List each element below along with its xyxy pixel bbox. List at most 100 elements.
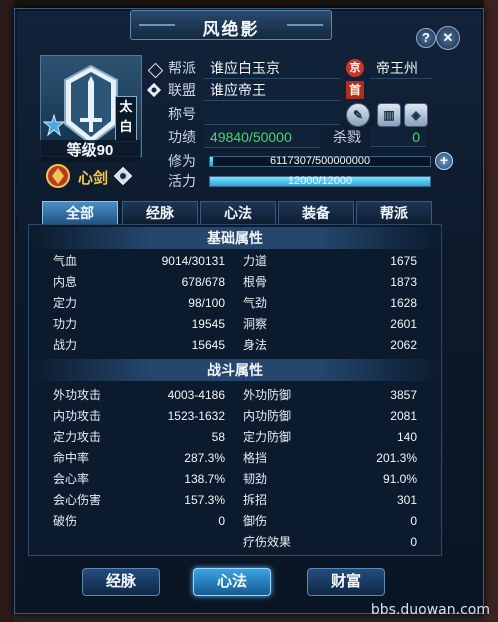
stat-row: 功力 19545 — [53, 314, 225, 334]
tab-all[interactable]: 全部 — [42, 201, 118, 225]
stat-row: 气血 9014/30131 — [53, 251, 225, 271]
stat-value: 19545 — [191, 317, 225, 331]
school-sect-icon — [46, 164, 70, 188]
stat-value: 201.3% — [376, 451, 417, 465]
barcode-icon[interactable]: ▥ — [377, 103, 401, 127]
school-row: 心剑 — [40, 163, 140, 189]
stat-row: 会心率 138.7% — [53, 469, 225, 489]
stat-value: 15645 — [191, 338, 225, 352]
edit-title-icon[interactable]: ✎ — [346, 103, 370, 127]
watermark-text: bbs.duowan.com — [370, 602, 490, 618]
stat-value: 0 — [410, 535, 417, 549]
stat-label: 破伤 — [53, 514, 78, 528]
stat-label: 外功攻击 — [53, 388, 102, 402]
alliance-emblem-icon — [146, 82, 162, 98]
stat-row: 格挡 201.3% — [243, 448, 417, 468]
tab-guild[interactable]: 帮派 — [356, 201, 432, 225]
stat-value: 140 — [396, 430, 417, 444]
stat-label: 格挡 — [243, 451, 268, 465]
stat-row: 洞察 2601 — [243, 314, 417, 334]
stat-value: 138.7% — [184, 472, 225, 486]
stat-value: 1675 — [390, 254, 417, 268]
stat-label: 内息 — [53, 275, 78, 289]
stat-row: 疗伤效果 0 — [243, 532, 417, 552]
stat-row: 内功攻击 1523-1632 — [53, 406, 225, 426]
merit-label: 功绩 — [168, 129, 196, 145]
kill-label: 杀戮 — [333, 129, 361, 145]
stat-row: 破伤 0 — [53, 511, 225, 531]
stat-label: 力道 — [243, 254, 268, 268]
cultivation-value: 6117307/500000000 — [269, 155, 371, 167]
stat-label: 韧劲 — [243, 472, 268, 486]
stat-row: 战力 15645 — [53, 335, 225, 355]
combat-section-title: 战斗属性 — [29, 359, 441, 381]
add-cultivation-button[interactable]: + — [435, 152, 453, 170]
stat-value: 98/100 — [188, 296, 225, 310]
stat-value: 4003-4186 — [167, 388, 225, 402]
stat-label: 拆招 — [243, 493, 268, 507]
stat-label: 会心伤害 — [53, 493, 102, 507]
stat-label: 内功攻击 — [53, 409, 102, 423]
close-button[interactable]: ✕ — [436, 26, 460, 50]
stat-label: 根骨 — [243, 275, 268, 289]
cultivation-bar: 6117307/500000000 — [209, 155, 431, 167]
stat-row: 定力 98/100 — [53, 293, 225, 313]
stat-value: 3857 — [390, 388, 417, 402]
stat-label: 身法 — [243, 338, 268, 352]
sword-emblem-icon — [64, 64, 118, 146]
stat-row: 御伤 0 — [243, 511, 417, 531]
title-bar[interactable]: 风绝影 — [130, 10, 332, 40]
stat-row: 身法 2062 — [243, 335, 417, 355]
emblem-settings-icon[interactable]: ◈ — [404, 103, 428, 127]
guild-value: 谁应白玉京 — [204, 58, 340, 79]
title-value — [204, 104, 340, 125]
stat-row: 会心伤害 157.3% — [53, 490, 225, 510]
stat-row: 定力攻击 58 — [53, 427, 225, 447]
stat-value: 58 — [211, 430, 225, 444]
stat-row: 外功攻击 4003-4186 — [53, 385, 225, 405]
stat-value: 1873 — [390, 275, 417, 289]
tab-equipment[interactable]: 装备 — [278, 201, 354, 225]
vigor-value: 12000/12000 — [287, 175, 353, 187]
leader-badge-icon: 首 — [346, 81, 364, 99]
stat-value: 2601 — [390, 317, 417, 331]
stat-label: 定力攻击 — [53, 430, 102, 444]
stat-label: 战力 — [53, 338, 78, 352]
stat-label: 内功防御 — [243, 409, 292, 423]
window-title: 风绝影 — [202, 20, 260, 39]
stat-label: 气血 — [53, 254, 78, 268]
stat-row: 外功防御 3857 — [243, 385, 417, 405]
attribute-tabs: 全部 经脉 心法 装备 帮派 — [40, 201, 440, 225]
school-switch-icon[interactable] — [114, 167, 132, 185]
tab-meridian[interactable]: 经脉 — [122, 201, 198, 225]
vigor-label: 活力 — [168, 173, 196, 189]
stat-value: 91.0% — [382, 472, 417, 486]
stat-row: 命中率 287.3% — [53, 448, 225, 468]
tab-mental-skill[interactable]: 心法 — [200, 201, 276, 225]
stat-value: 678/678 — [181, 275, 225, 289]
stat-value: 157.3% — [184, 493, 225, 507]
avatar-tag: 太白 — [115, 96, 137, 142]
kill-value: 0 — [370, 127, 426, 147]
merit-value: 49840/50000 — [204, 127, 320, 148]
stat-label: 会心率 — [53, 472, 90, 486]
stat-label: 外功防御 — [243, 388, 292, 402]
mental-skill-button[interactable]: 心法 — [193, 568, 271, 596]
stat-value: 287.3% — [184, 451, 225, 465]
stat-label: 疗伤效果 — [243, 535, 292, 549]
help-button[interactable]: ? — [416, 28, 436, 48]
stat-value: 9014/30131 — [161, 254, 225, 268]
wealth-button[interactable]: 财富 — [307, 568, 385, 596]
star-badge-icon — [43, 114, 65, 136]
stat-value: 2062 — [390, 338, 417, 352]
guild-label: 帮派 — [168, 60, 196, 76]
meridian-button[interactable]: 经脉 — [82, 568, 160, 596]
stat-row: 拆招 301 — [243, 490, 417, 510]
stat-value: 0 — [218, 514, 225, 528]
stat-value: 2081 — [390, 409, 417, 423]
title-label: 称号 — [168, 106, 196, 122]
city-badge-icon: 京 — [346, 59, 364, 77]
cultivation-label: 修为 — [168, 153, 196, 169]
stat-value: 1523-1632 — [167, 409, 225, 423]
alliance-label: 联盟 — [168, 82, 196, 98]
